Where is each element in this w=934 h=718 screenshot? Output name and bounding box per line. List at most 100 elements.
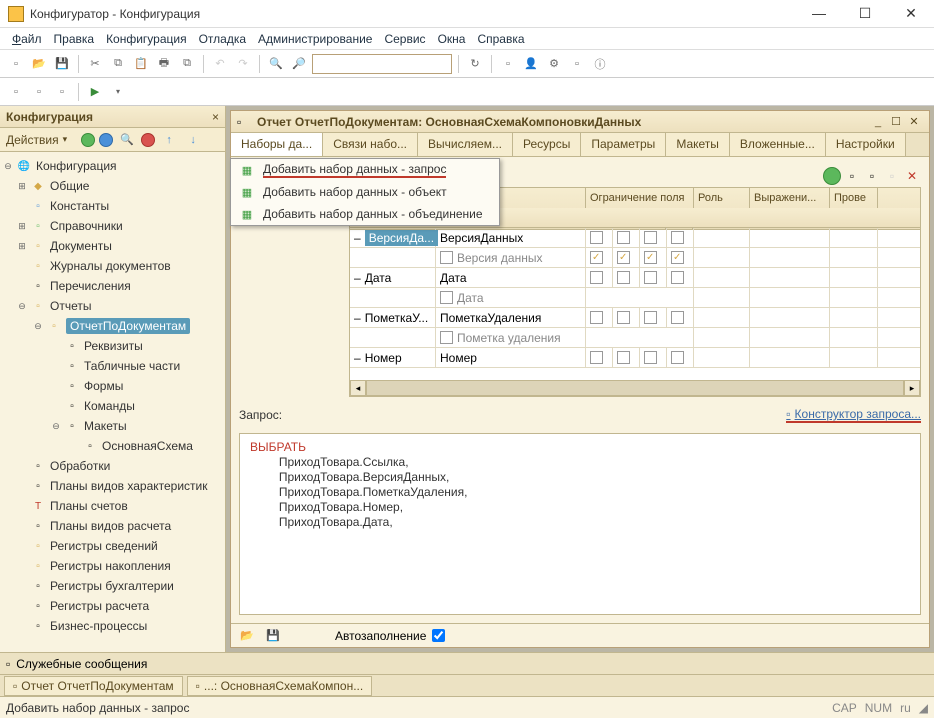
panel-close-icon[interactable]: ×: [212, 110, 219, 124]
play-dropdown-icon[interactable]: ▾: [108, 82, 128, 102]
play-icon[interactable]: ▶: [85, 82, 105, 102]
tab-datasets[interactable]: Наборы да...: [231, 133, 323, 156]
tree-calc-plans[interactable]: ▫Планы видов расчета: [2, 516, 223, 536]
calendar-icon[interactable]: ▫: [567, 54, 587, 74]
refresh-icon[interactable]: ↻: [465, 54, 485, 74]
compare-icon[interactable]: ⧉: [177, 54, 197, 74]
dd-add-query[interactable]: ▦Добавить набор данных - запрос: [231, 159, 499, 181]
scroll-left-icon[interactable]: ◂: [350, 380, 366, 396]
search-input[interactable]: [312, 54, 452, 74]
table-row[interactable]: Дата: [350, 288, 920, 308]
open-icon[interactable]: 📂: [29, 54, 49, 74]
close-button[interactable]: ✕: [896, 5, 926, 22]
tree-layouts[interactable]: ⊖▫Макеты: [2, 416, 223, 436]
delete-icon[interactable]: [141, 133, 155, 147]
hscrollbar[interactable]: [366, 380, 904, 396]
minimize-button[interactable]: —: [804, 5, 834, 22]
fb-delete-icon[interactable]: ✕: [903, 167, 921, 185]
table-row[interactable]: Версия данных: [350, 248, 920, 268]
query-constructor-link[interactable]: ▫Конструктор запроса...: [786, 407, 921, 423]
undo-icon[interactable]: ↶: [210, 54, 230, 74]
tree-accum-reg[interactable]: ▫Регистры накопления: [2, 556, 223, 576]
footer-tab-2[interactable]: ▫...: ОсновнаяСхемаКомпон...: [187, 676, 373, 696]
tree-calc-reg[interactable]: ▫Регистры расчета: [2, 596, 223, 616]
tree-reports[interactable]: ⊖▫Отчеты: [2, 296, 223, 316]
menu-debug[interactable]: Отладка: [195, 30, 250, 48]
tree-processing[interactable]: ▫Обработки: [2, 456, 223, 476]
doc-close-button[interactable]: ✕: [905, 115, 923, 128]
tree-commands[interactable]: ▫Команды: [2, 396, 223, 416]
lp-up-icon[interactable]: ↑: [159, 130, 179, 150]
doc-minimize-button[interactable]: _: [869, 116, 887, 128]
t2-icon-3[interactable]: ▫: [52, 82, 72, 102]
tree-acc-plans[interactable]: TПланы счетов: [2, 496, 223, 516]
cut-icon[interactable]: ✂: [85, 54, 105, 74]
lp-tool-icon[interactable]: 🔍: [117, 130, 137, 150]
fb-icon4[interactable]: ▫: [883, 167, 901, 185]
query-text[interactable]: ВЫБРАТЬ ПриходТовара.Ссылка, ПриходТовар…: [239, 433, 921, 615]
tree-forms[interactable]: ▫Формы: [2, 376, 223, 396]
tree-documents[interactable]: ⊞▫Документы: [2, 236, 223, 256]
fb-icon2[interactable]: ▫: [843, 167, 861, 185]
menu-file[interactable]: Файл: [8, 30, 46, 48]
tree-bp[interactable]: ▫Бизнес-процессы: [2, 616, 223, 636]
tab-templates[interactable]: Макеты: [666, 133, 730, 156]
zoom-icon[interactable]: 🔎: [289, 54, 309, 74]
dd-add-object[interactable]: ▦Добавить набор данных - объект: [231, 181, 499, 203]
find-icon[interactable]: 🔍: [266, 54, 286, 74]
fb-icon3[interactable]: ▫: [863, 167, 881, 185]
t2-icon-1[interactable]: ▫: [6, 82, 26, 102]
add-field-icon[interactable]: [823, 167, 841, 185]
tree-char-plans[interactable]: ▫Планы видов характеристик: [2, 476, 223, 496]
tree-tabparts[interactable]: ▫Табличные части: [2, 356, 223, 376]
menu-edit[interactable]: Правка: [50, 30, 99, 48]
open-query-icon[interactable]: 📂: [237, 626, 257, 646]
lp-down-icon[interactable]: ↓: [183, 130, 203, 150]
print-icon[interactable]: 🖶: [154, 54, 174, 74]
status-resize-icon[interactable]: ◢: [919, 701, 928, 715]
autofill-checkbox[interactable]: [432, 629, 445, 642]
tree-info-reg[interactable]: ▫Регистры сведений: [2, 536, 223, 556]
save-query-icon[interactable]: 💾: [263, 626, 283, 646]
actions-label[interactable]: Действия: [6, 133, 59, 147]
maximize-button[interactable]: ☐: [850, 5, 880, 22]
tab-calc[interactable]: Вычисляем...: [418, 133, 513, 156]
menu-service[interactable]: Сервис: [380, 30, 429, 48]
doc-maximize-button[interactable]: ☐: [887, 115, 905, 128]
actions-arrow-icon[interactable]: ▾: [63, 134, 68, 145]
menu-windows[interactable]: Окна: [434, 30, 470, 48]
edit-icon[interactable]: [99, 133, 113, 147]
tree-enums[interactable]: ▫Перечисления: [2, 276, 223, 296]
table-row[interactable]: –ПометкаУ... ПометкаУдаления: [350, 308, 920, 328]
dd-add-union[interactable]: ▦Добавить набор данных - объединение: [231, 203, 499, 225]
tree-acc-reg[interactable]: ▫Регистры бухгалтерии: [2, 576, 223, 596]
t2-icon-2[interactable]: ▫: [29, 82, 49, 102]
paste-icon[interactable]: 📋: [131, 54, 151, 74]
menu-config[interactable]: Конфигурация: [102, 30, 191, 48]
tree-constants[interactable]: ▫Константы: [2, 196, 223, 216]
tree-root[interactable]: ⊖🌐Конфигурация: [2, 156, 223, 176]
add-icon[interactable]: [81, 133, 95, 147]
run-icon[interactable]: 👤: [521, 54, 541, 74]
table-row[interactable]: Пометка удаления: [350, 328, 920, 348]
save-icon[interactable]: 💾: [52, 54, 72, 74]
service-messages-bar[interactable]: ▫ Служебные сообщения: [0, 652, 934, 674]
tree-doc-journals[interactable]: ▫Журналы документов: [2, 256, 223, 276]
tab-resources[interactable]: Ресурсы: [513, 133, 581, 156]
table-row[interactable]: –Номер Номер: [350, 348, 920, 368]
help-icon[interactable]: ⓘ: [590, 54, 610, 74]
copy-icon[interactable]: ⧉: [108, 54, 128, 74]
config-tree[interactable]: ⊖🌐Конфигурация ⊞◆Общие ▫Константы ⊞▫Спра…: [0, 152, 225, 652]
menu-help[interactable]: Справка: [473, 30, 528, 48]
tree-report1[interactable]: ⊖▫ОтчетПоДокументам: [2, 316, 223, 336]
tree-attrs[interactable]: ▫Реквизиты: [2, 336, 223, 356]
db-icon[interactable]: ▫: [498, 54, 518, 74]
tree-common[interactable]: ⊞◆Общие: [2, 176, 223, 196]
scroll-right-icon[interactable]: ▸: [904, 380, 920, 396]
tree-layout1[interactable]: ▫ОсновнаяСхема: [2, 436, 223, 456]
tab-nested[interactable]: Вложенные...: [730, 133, 826, 156]
tab-links[interactable]: Связи набо...: [323, 133, 418, 156]
table-row[interactable]: –Дата Дата: [350, 268, 920, 288]
tab-params[interactable]: Параметры: [581, 133, 666, 156]
redo-icon[interactable]: ↷: [233, 54, 253, 74]
